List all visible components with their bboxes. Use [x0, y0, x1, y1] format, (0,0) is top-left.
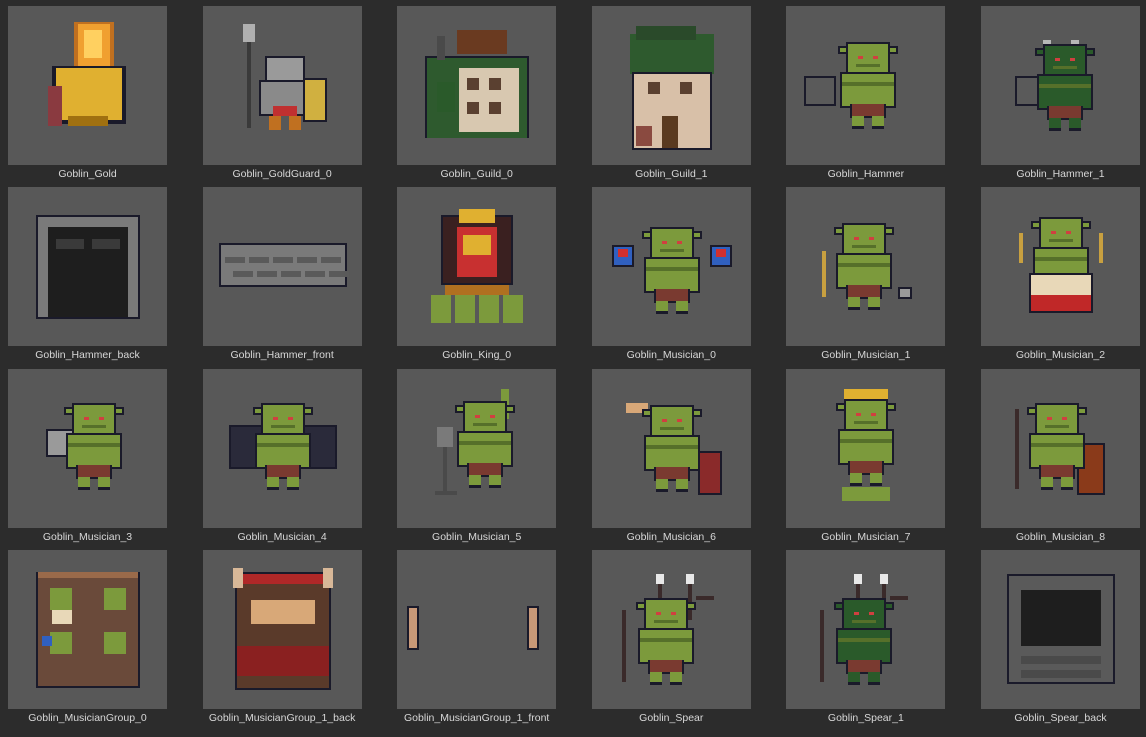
- stage-backdrop-icon: [232, 567, 333, 690]
- asset-label: Goblin_Hammer_front: [230, 349, 334, 362]
- spear-goblin-alt-icon: [820, 573, 909, 685]
- asset-thumbnail: [397, 187, 557, 347]
- asset-label: Goblin_Musician_4: [237, 530, 327, 543]
- asset-tile[interactable]: Goblin_Spear_back: [980, 549, 1140, 731]
- drummer-goblin-icon: [1018, 217, 1103, 314]
- armored-guard-icon: [242, 24, 327, 130]
- asset-tile[interactable]: Goblin_Hammer_back: [8, 187, 167, 368]
- asset-label: Goblin_Hammer_back: [35, 349, 140, 362]
- asset-thumbnail: [591, 6, 751, 165]
- asset-tile[interactable]: Goblin_Musician_2: [980, 187, 1140, 368]
- asset-thumbnail: [786, 6, 946, 165]
- asset-label: Goblin_King_0: [442, 349, 512, 362]
- asset-tile[interactable]: Goblin_King_0: [397, 187, 557, 368]
- stage-horns-icon: [407, 605, 540, 650]
- asset-thumbnail: [202, 187, 362, 347]
- asset-label: Goblin_Musician_1: [821, 349, 911, 362]
- asset-tile[interactable]: Goblin_Musician_1: [786, 187, 946, 368]
- goblin-king-throne-icon: [431, 209, 524, 324]
- asset-label: Goblin_Musician_0: [626, 349, 716, 362]
- asset-label: Goblin_MusicianGroup_1_front: [404, 711, 550, 724]
- asset-thumbnail: [8, 187, 167, 347]
- asset-thumbnail: [591, 549, 751, 709]
- asset-tile[interactable]: Goblin_MusicianGroup_0: [8, 549, 167, 731]
- asset-thumbnail: [591, 368, 751, 528]
- band-stage-icon: [36, 571, 140, 688]
- violin-goblin-icon: [1014, 402, 1105, 495]
- asset-tile[interactable]: Goblin_Musician_4: [202, 368, 362, 550]
- asset-thumbnail: [8, 368, 167, 528]
- asset-thumbnail: [202, 6, 362, 165]
- guitar-goblin-icon: [625, 402, 722, 495]
- asset-tile[interactable]: Goblin_Spear: [591, 549, 751, 731]
- asset-thumbnail: [786, 368, 946, 528]
- asset-label: Goblin_Hammer: [827, 168, 905, 180]
- asset-tile[interactable]: Goblin_Musician_0: [591, 187, 751, 368]
- stone-doorway-icon: [36, 215, 140, 320]
- asset-tile[interactable]: Goblin_Musician_5: [397, 368, 557, 550]
- gold-goblin-icon: [48, 22, 126, 126]
- status-text: [0, 725, 1146, 737]
- stone-wall-icon: [218, 243, 349, 288]
- asset-label: Goblin_Gold: [58, 168, 117, 180]
- guild-building-icon: [425, 30, 530, 138]
- asset-label: Goblin_Musician_8: [1015, 530, 1106, 543]
- asset-tile[interactable]: Goblin_Musician_8: [980, 368, 1140, 550]
- asset-thumbnail: [397, 368, 557, 528]
- guild-tower-icon: [629, 26, 714, 150]
- asset-thumbnail: [8, 549, 167, 709]
- asset-label: Goblin_GoldGuard_0: [232, 168, 332, 180]
- asset-thumbnail: [786, 187, 946, 347]
- triangle-goblin-icon: [822, 223, 913, 311]
- asset-tile[interactable]: Goblin_Hammer_front: [202, 187, 362, 368]
- asset-tile[interactable]: Goblin_Musician_3: [8, 368, 167, 550]
- asset-thumbnail: [980, 187, 1140, 347]
- stone-doorway-dark-icon: [1006, 573, 1115, 684]
- asset-tile[interactable]: Goblin_Hammer_1: [980, 6, 1140, 187]
- asset-tile[interactable]: Goblin_MusicianGroup_1_back: [202, 549, 362, 731]
- goblin-hammer-alt-icon: [1014, 40, 1095, 131]
- asset-thumbnail: [202, 549, 362, 709]
- asset-tile[interactable]: Goblin_Gold: [8, 6, 167, 187]
- asset-tile[interactable]: Goblin_MusicianGroup_1_front: [397, 549, 557, 731]
- asset-tile[interactable]: Goblin_Musician_6: [591, 368, 751, 550]
- microphone-goblin-icon: [435, 388, 516, 495]
- asset-thumbnail: [397, 6, 557, 165]
- maracas-goblin-icon: [611, 227, 732, 315]
- asset-label: Goblin_Guild_1: [635, 168, 708, 180]
- asset-grid: Goblin_Gold Goblin_GoldGuard_0 Goblin_Guil…: [8, 6, 1140, 731]
- asset-label: Goblin_Musician_3: [42, 530, 133, 543]
- asset-label: Goblin_Spear_1: [827, 711, 904, 724]
- asset-label: Goblin_Spear: [639, 711, 704, 724]
- asset-thumbnail: [786, 549, 946, 709]
- asset-thumbnail: [202, 368, 362, 528]
- asset-label: Goblin_Hammer_1: [1016, 168, 1105, 180]
- asset-label: Goblin_Spear_back: [1014, 711, 1107, 724]
- asset-tile[interactable]: Goblin_Guild_1: [591, 6, 751, 187]
- spear-goblin-icon: [621, 573, 714, 685]
- asset-thumbnail: [591, 187, 751, 347]
- asset-label: Goblin_Musician_2: [1015, 349, 1106, 362]
- asset-thumbnail: [980, 549, 1140, 709]
- asset-tile[interactable]: Goblin_Musician_7: [786, 368, 946, 550]
- accordion-goblin-icon: [228, 402, 337, 490]
- asset-tile[interactable]: Goblin_Spear_1: [786, 549, 946, 731]
- asset-tile[interactable]: Goblin_GoldGuard_0: [202, 6, 362, 187]
- asset-thumbnail: [8, 6, 167, 165]
- asset-label: Goblin_Musician_7: [821, 530, 911, 543]
- asset-thumbnail: [980, 368, 1140, 528]
- headband-goblin-icon: [836, 388, 897, 501]
- asset-thumbnail: [397, 549, 557, 709]
- goblin-hammer-icon: [804, 42, 899, 129]
- horn-goblin-icon: [46, 402, 124, 490]
- asset-label: Goblin_Musician_6: [626, 530, 716, 543]
- asset-tile[interactable]: Goblin_Guild_0: [397, 6, 557, 187]
- asset-tile[interactable]: Goblin_Hammer: [786, 6, 946, 187]
- asset-label: Goblin_MusicianGroup_1_back: [208, 711, 356, 724]
- asset-thumbnail: [980, 6, 1140, 165]
- asset-label: Goblin_MusicianGroup_0: [28, 711, 147, 724]
- asset-label: Goblin_Musician_5: [432, 530, 522, 543]
- asset-label: Goblin_Guild_0: [440, 168, 513, 180]
